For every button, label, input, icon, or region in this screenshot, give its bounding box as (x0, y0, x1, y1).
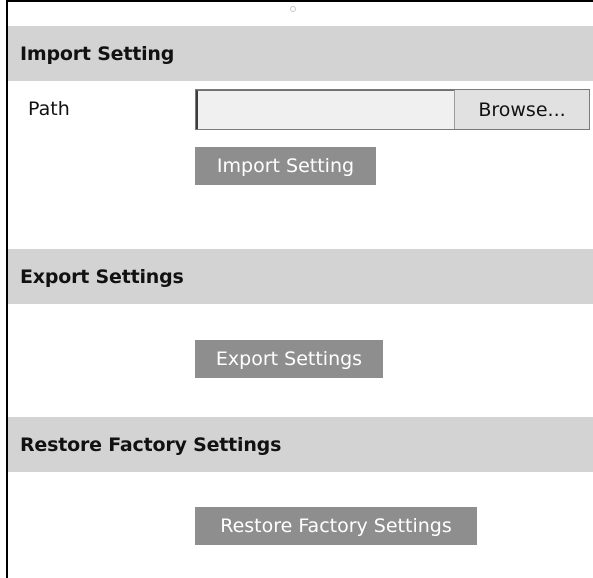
path-field-group: Browse... (195, 89, 590, 130)
export-settings-button[interactable]: Export Settings (195, 340, 383, 378)
export-section-title: Export Settings (20, 265, 184, 288)
circle-icon (290, 6, 296, 12)
restore-factory-settings-button[interactable]: Restore Factory Settings (195, 507, 477, 545)
restore-section-header: Restore Factory Settings (8, 417, 593, 472)
restore-section-title: Restore Factory Settings (20, 433, 282, 456)
import-section-header: Import Setting (8, 26, 593, 81)
path-label: Path (28, 98, 70, 120)
import-setting-button[interactable]: Import Setting (195, 147, 376, 185)
export-section-header: Export Settings (8, 249, 593, 304)
path-input[interactable] (196, 90, 454, 129)
settings-panel: Import Setting Path Browse... Import Set… (6, 0, 593, 578)
browse-button[interactable]: Browse... (454, 90, 589, 129)
import-section-title: Import Setting (20, 42, 175, 65)
